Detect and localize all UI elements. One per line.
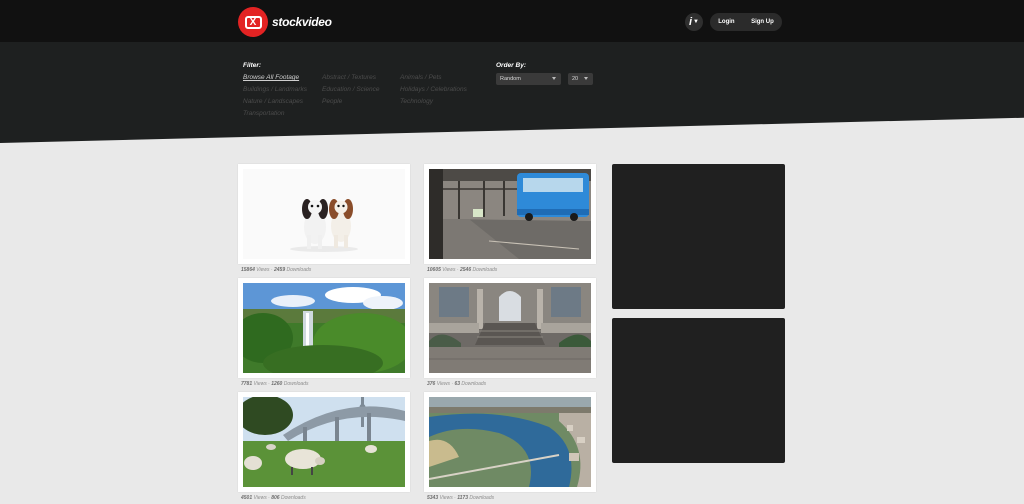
filter-panel: [0, 42, 1024, 143]
video-card[interactable]: [424, 392, 596, 492]
video-stats: 376 Views · 63 Downloads: [427, 381, 486, 387]
ad-slot[interactable]: [612, 318, 785, 463]
info-icon: i: [688, 16, 693, 28]
views-count: 4501: [241, 495, 253, 501]
filter-buildings-landmarks[interactable]: Buildings / Landmarks: [243, 86, 307, 93]
downloads-count: 1173: [457, 495, 468, 501]
filter-nature-landscapes[interactable]: Nature / Landscapes: [243, 98, 303, 105]
chevron-down-icon: ▼: [693, 19, 699, 25]
downloads-label: Downloads: [286, 267, 312, 273]
video-thumbnail[interactable]: [243, 169, 405, 259]
video-stats: 7781 Views · 1260 Downloads: [241, 381, 308, 387]
views-count: 5343: [427, 495, 439, 501]
downloads-count: 806: [271, 495, 280, 501]
downloads-label: Downloads: [461, 381, 487, 387]
video-card[interactable]: [238, 392, 410, 492]
filter-heading: Filter:: [243, 62, 262, 69]
video-thumbnail[interactable]: [243, 283, 405, 373]
video-thumbnail[interactable]: [429, 397, 591, 487]
video-stats: 10605 Views · 2546 Downloads: [427, 267, 497, 273]
video-card[interactable]: [424, 164, 596, 264]
downloads-count: 1260: [271, 381, 283, 387]
downloads-label: Downloads: [280, 495, 306, 501]
filter-transportation[interactable]: Transportation: [243, 110, 284, 117]
site-logo[interactable]: X stockvideo: [238, 7, 332, 37]
video-card[interactable]: [424, 278, 596, 378]
top-navbar: [0, 0, 1024, 42]
stats-separator: ·: [451, 381, 454, 387]
views-count: 376: [427, 381, 436, 387]
video-stats: 15864 Views · 2459 Downloads: [241, 267, 311, 273]
per-page-select[interactable]: 20: [568, 73, 593, 85]
ad-slot[interactable]: [612, 164, 785, 309]
sort-order-value: Random: [500, 76, 521, 82]
views-label: Views: [436, 381, 450, 387]
logo-mark: X: [244, 15, 262, 29]
video-thumbnail[interactable]: [429, 169, 591, 259]
downloads-label: Downloads: [283, 381, 309, 387]
sort-order-select[interactable]: Random: [496, 73, 561, 85]
login-button[interactable]: Login: [718, 19, 734, 25]
video-card[interactable]: [238, 278, 410, 378]
logo-badge-icon: X: [238, 7, 268, 37]
signup-button[interactable]: Sign Up: [751, 19, 774, 25]
views-label: Views: [253, 381, 267, 387]
downloads-label: Downloads: [472, 267, 498, 273]
downloads-label: Downloads: [469, 495, 495, 501]
chevron-down-icon: [552, 77, 556, 80]
stats-separator: ·: [270, 267, 273, 273]
video-stats: 4501 Views · 806 Downloads: [241, 495, 306, 501]
auth-pill: Login Sign Up: [710, 13, 782, 31]
views-count: 10605: [427, 267, 441, 273]
downloads-count: 2459: [274, 267, 286, 273]
info-menu-button[interactable]: i ▼: [685, 13, 703, 31]
video-card[interactable]: [238, 164, 410, 264]
downloads-count: 2546: [460, 267, 472, 273]
views-count: 7781: [241, 381, 253, 387]
video-thumbnail[interactable]: [243, 397, 405, 487]
filter-education-science[interactable]: Education / Science: [322, 86, 379, 93]
brand-name: stockvideo: [272, 15, 332, 29]
views-label: Views: [253, 495, 267, 501]
filter-people[interactable]: People: [322, 98, 342, 105]
order-heading: Order By:: [496, 62, 526, 69]
filter-browse-all[interactable]: Browse All Footage: [243, 74, 299, 81]
views-label: Views: [256, 267, 270, 273]
downloads-count: 63: [454, 381, 460, 387]
stats-separator: ·: [268, 381, 270, 387]
filter-technology[interactable]: Technology: [400, 98, 433, 105]
per-page-value: 20: [572, 76, 579, 82]
video-thumbnail[interactable]: [429, 283, 591, 373]
views-label: Views: [439, 495, 453, 501]
views-count: 15864: [241, 267, 255, 273]
chevron-down-icon: [584, 77, 588, 80]
stats-separator: ·: [268, 495, 270, 501]
stats-separator: ·: [456, 267, 459, 273]
filter-abstract-textures[interactable]: Abstract / Textures: [322, 74, 376, 81]
video-stats: 5343 Views · 1173 Downloads: [427, 495, 494, 501]
stats-separator: ·: [454, 495, 456, 501]
filter-holidays-celebrations[interactable]: Holidays / Celebrations: [400, 86, 467, 93]
filter-animals-pets[interactable]: Animals / Pets: [400, 74, 442, 81]
views-label: Views: [442, 267, 456, 273]
